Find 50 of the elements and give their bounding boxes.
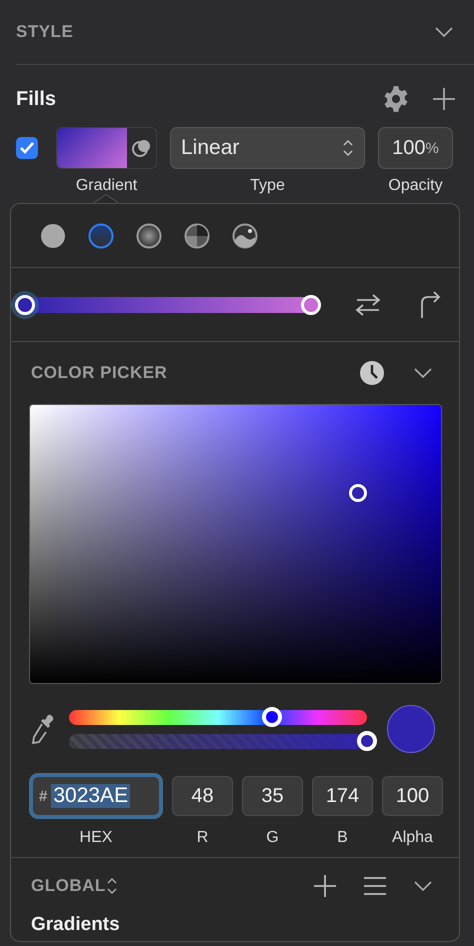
chevron-icon[interactable] [413, 367, 433, 379]
add-icon[interactable] [313, 874, 337, 898]
radial-fill-icon[interactable] [136, 222, 162, 248]
chevron-icon[interactable] [434, 26, 454, 38]
gradient-stop[interactable] [15, 294, 35, 314]
solid-fill-icon[interactable] [40, 222, 66, 248]
section-title: Gradients [30, 914, 121, 936]
add-icon[interactable] [432, 87, 456, 111]
chevron-icon[interactable] [413, 880, 433, 892]
angular-fill-icon[interactable] [184, 222, 210, 248]
opacity-field[interactable]: 100% [378, 127, 453, 169]
hex-field[interactable]: # 3023AE [29, 773, 163, 819]
color-field[interactable] [29, 404, 442, 684]
section-title[interactable]: GLOBAL [31, 876, 106, 896]
field-label: Alpha [391, 828, 434, 847]
slider-thumb[interactable] [262, 707, 282, 727]
section-title: COLOR PICKER [31, 363, 168, 383]
slider-thumb[interactable] [357, 731, 377, 751]
field-label: R [196, 828, 210, 847]
fills-title: Fills [16, 88, 56, 110]
image-fill-icon[interactable] [232, 222, 258, 248]
settings-icon[interactable] [382, 85, 410, 113]
rotate-icon[interactable] [419, 290, 441, 318]
gradient-bar[interactable] [15, 292, 321, 316]
type-select[interactable]: Linear [170, 127, 365, 169]
list-icon[interactable] [363, 876, 387, 896]
stepper-icon [342, 138, 354, 158]
alpha-field[interactable]: 100 [382, 776, 443, 816]
eyedropper-icon[interactable] [31, 713, 55, 745]
color-preview [387, 705, 435, 753]
g-value-field[interactable]: 35 [242, 776, 303, 816]
stepper-icon[interactable] [106, 876, 118, 896]
field-label: HEX [78, 828, 114, 847]
field-label: Type [250, 177, 285, 195]
field-label: Gradient [76, 177, 138, 195]
section-title: STYLE [16, 22, 74, 42]
color-cursor[interactable] [349, 484, 368, 502]
gradient-stop[interactable] [301, 294, 321, 314]
checkbox[interactable] [16, 137, 38, 159]
r-value-field[interactable]: 48 [172, 776, 233, 816]
field-label: B [336, 828, 349, 847]
b-value-field[interactable]: 174 [312, 776, 373, 816]
gradient-swatch[interactable] [56, 127, 157, 169]
field-label: G [265, 828, 280, 847]
linear-fill-icon[interactable] [88, 222, 114, 248]
clock-icon[interactable] [359, 360, 385, 386]
check-icon [19, 141, 35, 155]
swap-icon[interactable] [353, 292, 383, 316]
blend-icon[interactable] [132, 138, 152, 158]
field-label: Opacity [388, 177, 443, 195]
